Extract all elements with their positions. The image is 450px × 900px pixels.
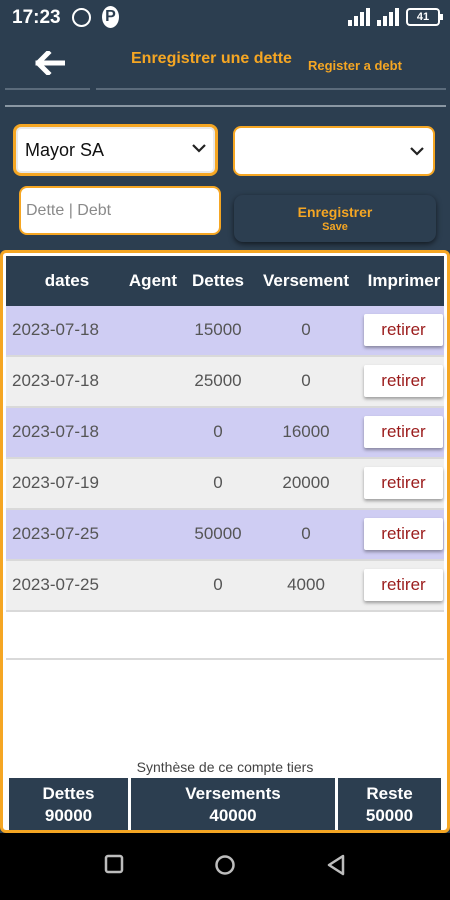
table-row: 2023-07-25 50000 0 retirer	[6, 510, 444, 561]
header-imprimer: Imprimer	[367, 271, 441, 290]
save-button-label: Enregistrer	[297, 204, 373, 220]
arrow-left-icon	[35, 51, 65, 75]
total-reste: Reste 50000	[338, 778, 441, 830]
cell-date: 2023-07-18	[12, 422, 99, 441]
cell-versement: 0	[301, 371, 311, 390]
total-versements-value: 40000	[209, 806, 257, 825]
divider	[6, 658, 444, 660]
total-dettes-value: 90000	[44, 806, 93, 825]
system-nav-bar	[0, 833, 450, 900]
header-versement: Versement	[263, 271, 349, 290]
table-row: 2023-07-18 15000 0 retirer	[6, 306, 444, 357]
signal-icon-2	[377, 8, 399, 26]
cell-dettes: 15000	[194, 320, 242, 339]
divider	[5, 88, 90, 90]
back-button[interactable]	[28, 46, 72, 80]
cell-dettes: 25000	[194, 371, 242, 390]
total-reste-label: Reste	[366, 784, 413, 803]
total-versements: Versements 40000	[131, 778, 335, 830]
header-agent: Agent	[128, 271, 178, 290]
retirer-button[interactable]: retirer	[364, 314, 443, 346]
header-dettes: Dettes	[192, 271, 244, 290]
cell-versement: 20000	[282, 473, 330, 492]
retirer-button[interactable]: retirer	[364, 569, 443, 601]
signal-icon	[348, 8, 370, 26]
cell-dettes: 0	[213, 422, 223, 441]
retirer-button[interactable]: retirer	[364, 416, 443, 448]
table-row: 2023-07-25 0 4000 retirer	[6, 561, 444, 612]
cell-date: 2023-07-25	[12, 524, 99, 543]
tiers-select-value: Mayor SA	[25, 140, 105, 160]
table-row: 2023-07-19 0 20000 retirer	[6, 459, 444, 510]
tiers-select[interactable]: Mayor SA	[13, 124, 218, 176]
total-versements-label: Versements	[185, 784, 281, 803]
second-select[interactable]	[233, 126, 435, 176]
cell-versement: 0	[301, 320, 311, 339]
retirer-button[interactable]: retirer	[364, 365, 443, 397]
cell-date: 2023-07-18	[12, 371, 99, 390]
battery-icon: 41	[406, 8, 443, 26]
total-dettes: Dettes 90000	[9, 778, 128, 830]
debt-amount-input[interactable]	[19, 186, 221, 235]
home-icon[interactable]	[214, 854, 236, 876]
total-reste-value: 50000	[365, 806, 414, 825]
debt-table-panel: dates Agent Dettes Versement Imprimer 20…	[0, 250, 450, 833]
back-triangle-icon[interactable]	[326, 854, 346, 876]
chevron-down-icon	[410, 147, 424, 156]
parking-app-icon: P	[102, 6, 119, 28]
app-header: Enregistrer une dette Register a debt	[0, 36, 450, 107]
cell-dettes: 50000	[194, 524, 242, 543]
table-header: dates Agent Dettes Versement Imprimer	[6, 256, 444, 306]
total-dettes-label: Dettes	[42, 784, 95, 803]
retirer-button[interactable]: retirer	[364, 467, 443, 499]
status-time: 17:23	[12, 7, 61, 28]
summary-totals: Dettes 90000 Versements 40000 Reste 5000…	[9, 778, 441, 830]
cell-versement: 16000	[282, 422, 330, 441]
divider	[96, 88, 446, 90]
chevron-down-icon	[192, 144, 206, 153]
page-title: Enregistrer une dette	[131, 50, 292, 67]
cell-dettes: 0	[213, 473, 223, 492]
summary-title: Synthèse de ce compte tiers	[136, 759, 314, 775]
save-button[interactable]: Enregistrer Save	[234, 195, 436, 242]
cell-date: 2023-07-18	[12, 320, 99, 339]
status-bar: 17:23 P 41	[0, 0, 450, 36]
table-row: 2023-07-18 25000 0 retirer	[6, 357, 444, 408]
cell-dettes: 0	[213, 575, 223, 594]
cell-date: 2023-07-25	[12, 575, 99, 594]
debt-form: Mayor SA Enregistrer Save	[0, 106, 450, 250]
status-indicators: 41	[348, 8, 443, 26]
whatsapp-icon	[72, 8, 91, 27]
cell-versement: 4000	[287, 575, 325, 594]
cell-versement: 0	[301, 524, 311, 543]
table-row: 2023-07-18 0 16000 retirer	[6, 408, 444, 459]
page-subtitle: Register a debt	[308, 58, 402, 73]
retirer-button[interactable]: retirer	[364, 518, 443, 550]
recents-icon[interactable]	[104, 854, 124, 874]
cell-date: 2023-07-19	[12, 473, 99, 492]
save-button-sublabel: Save	[322, 221, 348, 233]
header-dates: dates	[44, 271, 90, 290]
